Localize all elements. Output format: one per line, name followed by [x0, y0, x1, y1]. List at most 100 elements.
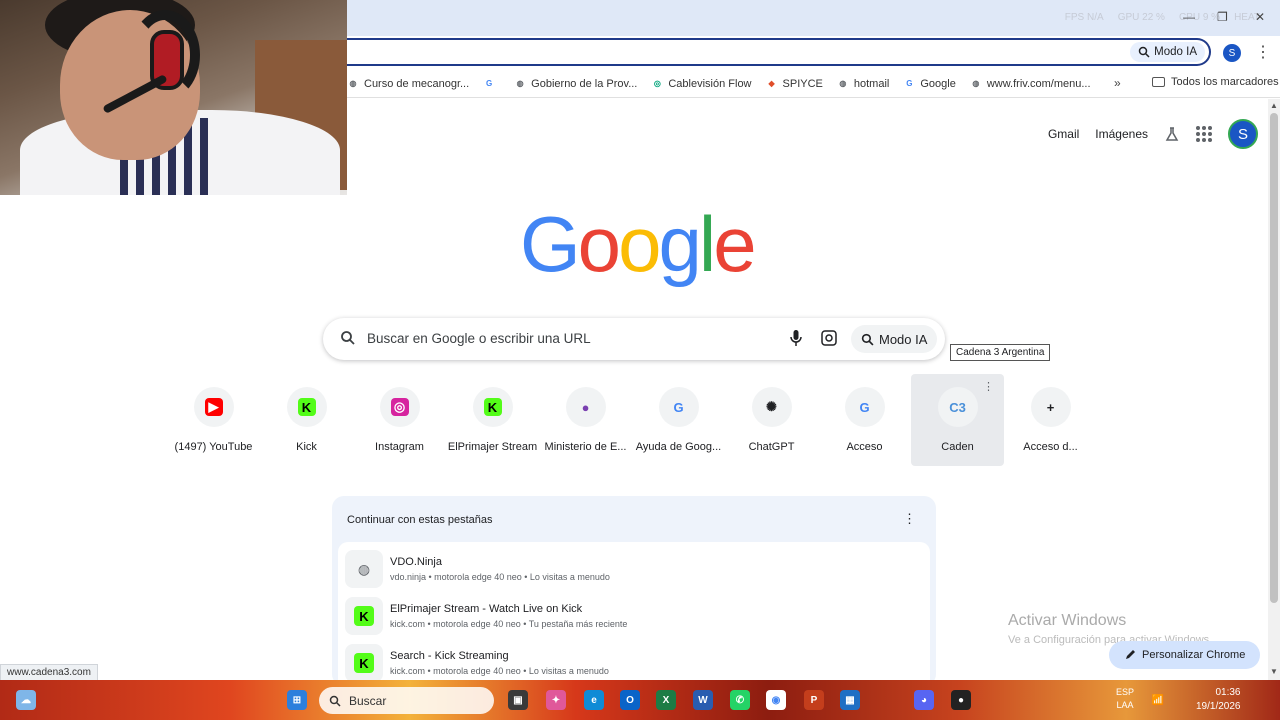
bookmark-item[interactable]: ◆ SPIYCE: [766, 77, 823, 90]
task-view-icon[interactable]: ▣: [508, 690, 528, 710]
scroll-down-arrow-icon[interactable]: ▼: [1270, 667, 1278, 676]
shortcut-label: ChatGPT: [748, 441, 795, 453]
shortcut-tile[interactable]: + Acceso d...: [1004, 374, 1097, 466]
restore-icon[interactable]: ❐: [1217, 10, 1228, 24]
continue-tab-meta: kick.com • motorola edge 40 neo • Tu pes…: [390, 619, 628, 629]
wifi-icon[interactable]: 📶: [1148, 690, 1168, 710]
continue-tab-row[interactable]: K ElPrimajer Stream - Watch Live on Kick…: [338, 589, 930, 635]
chrome-taskbar-icon[interactable]: ◉: [766, 690, 786, 710]
title-bar: FPS N/A GPU 22 % CPU 9 % HEAT — ❐ ✕: [347, 0, 1280, 36]
keyboard-layout: LAA: [1116, 700, 1134, 710]
obs-icon[interactable]: ●: [951, 690, 971, 710]
minimize-icon[interactable]: —: [1183, 10, 1195, 24]
continue-tab-row[interactable]: ◍ VDO.Ninja vdo.ninja • motorola edge 40…: [338, 542, 930, 588]
shortcut-tile[interactable]: ● Ministerio de E...: [539, 374, 632, 466]
shortcut-icon-circle: C3: [937, 387, 978, 427]
bookmarks-overflow-icon[interactable]: »: [1114, 76, 1121, 90]
system-clock[interactable]: 01:36 19/1/2026: [1196, 686, 1241, 714]
globe-icon: ◍: [345, 550, 383, 588]
shortcut-tile[interactable]: ◎ Instagram: [353, 374, 446, 466]
bookmark-label: SPIYCE: [782, 77, 823, 90]
bookmark-item[interactable]: ◎ Cablevisión Flow: [651, 78, 752, 90]
whatsapp-icon[interactable]: ✆: [730, 690, 750, 710]
scroll-thumb[interactable]: [1270, 113, 1278, 603]
search-modo-ia-button[interactable]: Modo IA: [851, 325, 938, 353]
google-apps-icon[interactable]: [1196, 126, 1212, 142]
continue-tab-title: ElPrimajer Stream - Watch Live on Kick: [390, 603, 583, 615]
shortcut-icon-circle: ✺: [751, 387, 792, 427]
shortcut-tile[interactable]: ▶ (1497) YouTube: [167, 374, 260, 466]
shortcut-label: (1497) YouTube: [174, 441, 253, 453]
bookmark-item[interactable]: ◍ hotmail: [837, 78, 889, 90]
copilot-icon[interactable]: ✦: [546, 690, 566, 710]
shortcut-icon-circle: K: [472, 387, 513, 427]
start-button-icon[interactable]: ⊞: [287, 690, 307, 710]
logo-letter: o: [618, 200, 661, 288]
shortcut-label: Instagram: [375, 441, 424, 453]
folder-icon: [1152, 77, 1165, 87]
shortcut-label: ElPrimajer Stream: [447, 441, 538, 453]
search-placeholder: Buscar en Google o escribir una URL: [367, 331, 591, 346]
excel-icon[interactable]: X: [656, 690, 676, 710]
shortcut-tile[interactable]: ⋮ C3 Caden: [911, 374, 1004, 466]
ai-search-icon: [1138, 46, 1150, 58]
shortcut-tile[interactable]: G Acceso: [818, 374, 911, 466]
chrome-menu-icon[interactable]: ⋮: [1255, 42, 1271, 62]
bookmark-item[interactable]: G: [483, 78, 500, 90]
continue-tab-row[interactable]: K Search - Kick Streaming kick.com • mot…: [338, 636, 930, 682]
search-box[interactable]: Buscar en Google o escribir una URL Modo…: [323, 318, 945, 360]
kick-icon: K: [483, 398, 502, 416]
address-bar[interactable]: Modo IA: [347, 38, 1211, 66]
modo-ia-button[interactable]: Modo IA: [1130, 42, 1205, 62]
continue-tab-meta: kick.com • motorola edge 40 neo • Lo vis…: [390, 666, 609, 676]
all-bookmarks-label: Todos los marcadores: [1171, 76, 1279, 88]
edge-icon[interactable]: e: [584, 690, 604, 710]
account-avatar[interactable]: S: [1228, 119, 1258, 149]
discord-icon[interactable]: ◕: [914, 690, 934, 710]
status-bar-url: www.cadena3.com: [0, 664, 98, 681]
google-icon: G: [486, 79, 493, 88]
outlook-icon[interactable]: O: [620, 690, 640, 710]
shortcut-tile[interactable]: G Ayuda de Goog...: [632, 374, 725, 466]
clock-date: 19/1/2026: [1196, 701, 1241, 712]
shortcut-tile[interactable]: K Kick: [260, 374, 353, 466]
globe-icon: ◍: [839, 79, 847, 88]
store-icon[interactable]: ▦: [840, 690, 860, 710]
bookmark-item[interactable]: ◍ Gobierno de la Prov...: [514, 78, 638, 90]
continue-tab-title: Search - Kick Streaming: [390, 650, 509, 662]
continue-tabs-header: Continuar con estas pestañas: [347, 514, 493, 526]
taskbar-search[interactable]: Buscar: [319, 687, 494, 714]
weather-widget-icon[interactable]: ☁: [16, 690, 36, 710]
globe-icon: ◍: [516, 79, 524, 88]
powerpoint-icon[interactable]: P: [804, 690, 824, 710]
google-icon: G: [855, 398, 874, 416]
kick-icon: K: [345, 597, 383, 635]
word-icon[interactable]: W: [693, 690, 713, 710]
personalize-chrome-button[interactable]: Personalizar Chrome: [1109, 641, 1261, 669]
labs-flask-icon[interactable]: [1164, 126, 1180, 142]
google-lens-icon[interactable]: [820, 329, 838, 347]
profile-avatar[interactable]: S: [1223, 44, 1241, 62]
images-link[interactable]: Imágenes: [1095, 127, 1148, 141]
shortcut-menu-icon[interactable]: ⋮: [983, 380, 994, 393]
bookmark-label: www.friv.com/menu...: [986, 77, 1091, 90]
continue-tabs-menu-icon[interactable]: ⋮: [903, 511, 916, 527]
shortcut-tile[interactable]: ✺ ChatGPT: [725, 374, 818, 466]
bookmark-item[interactable]: ◍ Curso de mecanogr...: [347, 78, 470, 90]
kick-icon: K: [345, 644, 383, 682]
shortcut-tile[interactable]: K ElPrimajer Stream: [446, 374, 539, 466]
bookmarks-bar: ◍ Curso de mecanogr... G ◍ Gobierno de l…: [347, 70, 1280, 98]
gmail-link[interactable]: Gmail: [1048, 127, 1079, 141]
language-indicator[interactable]: ESP LAA: [1116, 686, 1134, 712]
bookmark-item[interactable]: ◍ www.friv.com/menu...: [970, 77, 1091, 90]
bookmark-item[interactable]: G Google: [903, 78, 956, 90]
shortcut-icon-circle: +: [1030, 387, 1071, 427]
continue-tab-meta: vdo.ninja • motorola edge 40 neo • Lo vi…: [390, 572, 610, 582]
close-icon[interactable]: ✕: [1255, 10, 1265, 24]
globe-icon: ◍: [349, 79, 357, 88]
scroll-up-arrow-icon[interactable]: ▲: [1270, 101, 1278, 110]
microphone-icon[interactable]: [789, 329, 803, 347]
all-bookmarks-button[interactable]: Todos los marcadores: [1152, 76, 1279, 88]
page-scrollbar[interactable]: ▲ ▼: [1268, 99, 1280, 680]
shortcut-icon-circle: G: [844, 387, 885, 427]
